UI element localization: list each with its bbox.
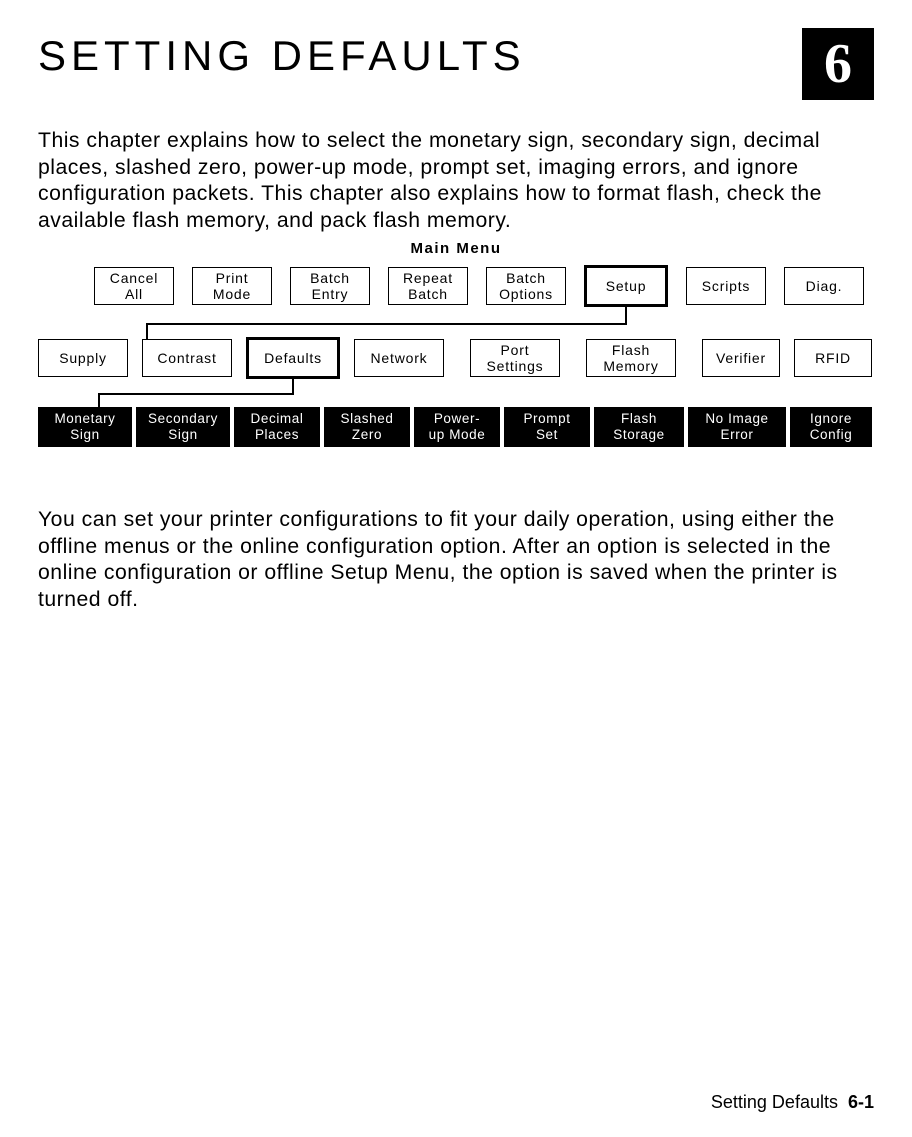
footer-page-number: 6-1	[848, 1092, 874, 1112]
menu-port-settings: Port Settings	[470, 339, 560, 377]
menu-secondary-sign: Secondary Sign	[136, 407, 230, 447]
menu-rfid: RFID	[794, 339, 872, 377]
menu-flash-memory: Flash Memory	[586, 339, 676, 377]
page-title: SETTING DEFAULTS	[38, 28, 526, 80]
menu-verifier: Verifier	[702, 339, 780, 377]
menu-supply: Supply	[38, 339, 128, 377]
intro-paragraph: This chapter explains how to select the …	[38, 128, 874, 234]
menu-defaults: Defaults	[246, 337, 340, 379]
page-footer: Setting Defaults 6-1	[711, 1092, 874, 1113]
menu-no-image-error: No Image Error	[688, 407, 786, 447]
menu-scripts: Scripts	[686, 267, 766, 305]
menu-diagram: Cancel All Print Mode Batch Entry Repeat…	[38, 267, 874, 487]
menu-monetary-sign: Monetary Sign	[38, 407, 132, 447]
menu-print-mode: Print Mode	[192, 267, 272, 305]
menu-power-up-mode: Power- up Mode	[414, 407, 500, 447]
menu-setup: Setup	[584, 265, 668, 307]
chapter-number-badge: 6	[802, 28, 874, 100]
main-menu-label: Main Menu	[38, 240, 874, 257]
footer-section-label: Setting Defaults	[711, 1092, 838, 1112]
menu-network: Network	[354, 339, 444, 377]
body-paragraph: You can set your printer configurations …	[38, 507, 874, 613]
menu-batch-entry: Batch Entry	[290, 267, 370, 305]
menu-batch-options: Batch Options	[486, 267, 566, 305]
menu-slashed-zero: Slashed Zero	[324, 407, 410, 447]
menu-repeat-batch: Repeat Batch	[388, 267, 468, 305]
menu-cancel-all: Cancel All	[94, 267, 174, 305]
menu-flash-storage: Flash Storage	[594, 407, 684, 447]
menu-contrast: Contrast	[142, 339, 232, 377]
menu-ignore-config: Ignore Config	[790, 407, 872, 447]
menu-prompt-set: Prompt Set	[504, 407, 590, 447]
menu-diag: Diag.	[784, 267, 864, 305]
menu-decimal-places: Decimal Places	[234, 407, 320, 447]
